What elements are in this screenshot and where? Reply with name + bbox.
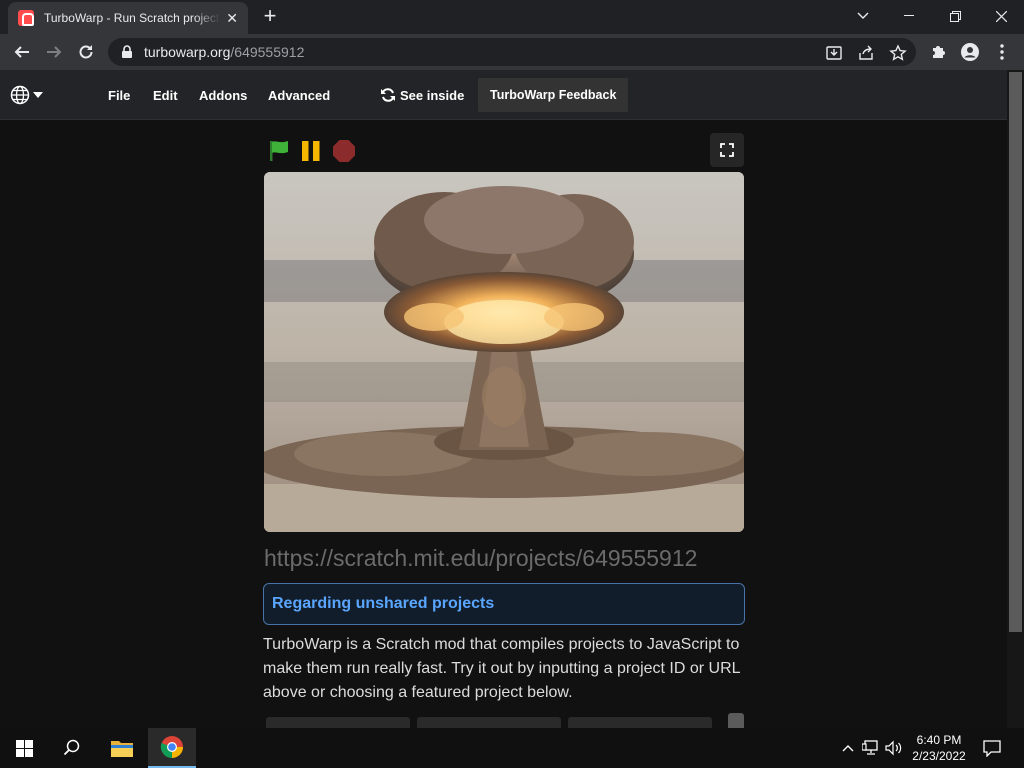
language-menu[interactable]	[10, 70, 43, 120]
notice-title: Regarding unshared projects	[272, 595, 495, 612]
back-button[interactable]	[8, 38, 36, 66]
see-inside-label: See inside	[400, 87, 465, 103]
tab-search-icon[interactable]	[840, 0, 886, 32]
close-window-button[interactable]	[978, 0, 1024, 32]
back-arrow-icon	[14, 46, 29, 58]
windows-taskbar: 6:40 PM 2/23/2022	[0, 728, 1024, 768]
mushroom-cloud-image	[264, 172, 744, 532]
addons-menu[interactable]: Addons	[199, 70, 247, 120]
featured-project-card[interactable]	[266, 717, 410, 728]
start-button[interactable]	[0, 728, 48, 768]
featured-project-card[interactable]	[417, 717, 561, 728]
forward-arrow-icon	[47, 46, 62, 58]
page-scrollbar[interactable]	[1007, 70, 1024, 728]
advanced-menu[interactable]: Advanced	[268, 70, 330, 120]
clock-time: 6:40 PM	[916, 733, 962, 747]
scrollbar-thumb[interactable]	[1009, 72, 1022, 632]
chrome-taskbar-button[interactable]	[148, 728, 196, 768]
see-inside-button[interactable]: See inside	[380, 70, 464, 120]
project-url-input[interactable]: https://scratch.mit.edu/projects/6495559…	[264, 545, 744, 573]
turbowarp-feedback-button[interactable]: TurboWarp Feedback	[478, 78, 629, 112]
unshared-projects-notice[interactable]: Regarding unshared projects	[263, 583, 745, 625]
chrome-menu-button[interactable]	[988, 38, 1016, 66]
tab-title: TurboWarp - Run Scratch projects faster	[44, 11, 220, 25]
network-icon[interactable]	[861, 738, 881, 758]
search-icon	[63, 739, 80, 756]
green-flag-icon[interactable]	[266, 137, 294, 165]
featured-project-card[interactable]	[568, 717, 712, 728]
caret-down-icon	[33, 92, 43, 98]
show-hidden-icons[interactable]	[838, 738, 858, 758]
chrome-icon	[160, 736, 183, 758]
url-path: /649555912	[230, 44, 305, 60]
new-tab-button[interactable]: +	[258, 5, 282, 29]
url-host: turbowarp.org	[144, 44, 231, 60]
turbowarp-menubar: File Edit Addons Advanced See inside Tur…	[0, 70, 1007, 120]
clock-date: 2/23/2022	[912, 749, 966, 763]
restore-button[interactable]	[932, 0, 978, 32]
theme-toggle[interactable]	[64, 70, 80, 120]
taskbar-clock[interactable]: 6:40 PM 2/23/2022	[906, 732, 972, 764]
lock-icon	[122, 45, 132, 58]
remix-arrows-icon	[381, 88, 395, 102]
project-stage[interactable]	[264, 172, 744, 532]
action-center-icon[interactable]	[982, 738, 1002, 758]
fullscreen-button[interactable]	[710, 133, 744, 167]
reload-icon	[79, 45, 93, 59]
pause-icon[interactable]	[298, 137, 326, 165]
description-text: TurboWarp is a Scratch mod that compiles…	[263, 636, 740, 701]
moon-icon	[68, 86, 77, 104]
profile-button[interactable]	[956, 38, 984, 66]
search-button[interactable]	[48, 728, 96, 768]
chevron-up-icon	[842, 745, 854, 752]
featured-project-card[interactable]	[728, 713, 744, 728]
browser-titlebar: TurboWarp - Run Scratch projects faster …	[0, 0, 1024, 34]
minimize-button[interactable]	[886, 0, 932, 32]
file-explorer-button[interactable]	[98, 728, 146, 768]
globe-icon	[10, 85, 30, 105]
volume-icon[interactable]	[884, 738, 904, 758]
profile-avatar-icon	[961, 43, 979, 61]
kebab-menu-icon	[1000, 44, 1004, 60]
stop-icon[interactable]	[330, 137, 358, 165]
reload-button[interactable]	[72, 38, 100, 66]
player-controls	[264, 133, 744, 169]
tab-close-icon[interactable]: ✕	[226, 10, 238, 27]
forward-button[interactable]	[40, 38, 68, 66]
browser-tab[interactable]: TurboWarp - Run Scratch projects faster …	[8, 2, 248, 34]
page-content: https://scratch.mit.edu/projects/6495559…	[0, 121, 1007, 728]
windows-logo-icon	[15, 739, 33, 757]
file-menu[interactable]: File	[108, 70, 130, 120]
browser-toolbar: turbowarp.org/649555912	[0, 34, 1024, 70]
edit-menu[interactable]: Edit	[153, 70, 178, 120]
fullscreen-icon	[720, 143, 734, 157]
extensions-button[interactable]	[924, 38, 952, 66]
turbowarp-favicon-icon	[18, 10, 34, 26]
share-icon[interactable]	[857, 44, 875, 62]
puzzle-piece-icon	[933, 46, 945, 58]
folder-icon	[111, 741, 133, 757]
bookmark-star-icon[interactable]	[889, 44, 907, 62]
address-bar[interactable]: turbowarp.org/649555912	[108, 38, 916, 66]
install-app-icon[interactable]	[825, 44, 843, 62]
